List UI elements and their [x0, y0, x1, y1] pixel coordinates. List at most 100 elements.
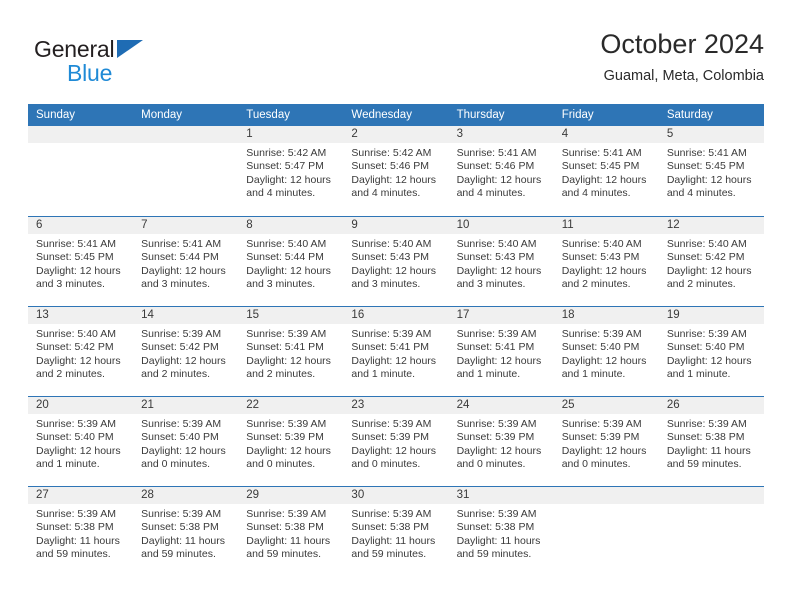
sunrise-text: Sunrise: 5:41 AM [141, 238, 222, 250]
daylight-text-line2: and 0 minutes. [456, 457, 526, 470]
daylight-text-line1: Daylight: 12 hours [456, 354, 542, 367]
calendar-day-cell[interactable]: 28 Sunrise: 5:39 AM Sunset: 5:38 PM Dayligh… [133, 487, 239, 577]
calendar-day-cell[interactable]: 21 Sunrise: 5:39 AM Sunset: 5:40 PM Dayligh… [133, 397, 239, 487]
day-number: 29 [238, 487, 344, 504]
day-details: Sunrise: 5:40 AM Sunset: 5:44 PM Daylight:… [238, 234, 343, 291]
daylight-text-line1: Daylight: 12 hours [561, 173, 647, 186]
calendar-day-cell[interactable]: 19 Sunrise: 5:39 AM Sunset: 5:40 PM Dayligh… [658, 307, 764, 397]
day-number: 11 [553, 217, 659, 234]
calendar-day-cell[interactable]: 12 Sunrise: 5:40 AM Sunset: 5:42 PM Dayligh… [658, 217, 764, 307]
brand-logo[interactable]: General Blue [34, 36, 214, 92]
sunrise-text: Sunrise: 5:39 AM [246, 508, 327, 520]
daylight-text-line1: Daylight: 12 hours [561, 354, 647, 367]
calendar-day-cell[interactable]: 10 Sunrise: 5:40 AM Sunset: 5:43 PM Dayligh… [448, 217, 554, 307]
day-number: 15 [238, 307, 344, 324]
calendar-day-cell[interactable]: 6 Sunrise: 5:41 AM Sunset: 5:45 PM Daylight… [28, 217, 134, 307]
daylight-text-line2: and 3 minutes. [36, 277, 105, 290]
daylight-text-line1: Daylight: 12 hours [351, 173, 437, 186]
calendar-day-cell[interactable]: 27 Sunrise: 5:39 AM Sunset: 5:38 PM Dayligh… [28, 487, 134, 577]
calendar-week-row: 13 Sunrise: 5:40 AM Sunset: 5:42 PM Dayligh… [28, 306, 764, 396]
calendar-day-cell[interactable]: 16 Sunrise: 5:39 AM Sunset: 5:41 PM Dayligh… [343, 307, 449, 397]
calendar-day-cell[interactable]: 2 Sunrise: 5:42 AM Sunset: 5:46 PM Daylight… [343, 126, 449, 216]
daylight-text-line2: and 2 minutes. [246, 367, 316, 380]
day-number: 8 [238, 217, 344, 234]
sunrise-text: Sunrise: 5:39 AM [351, 328, 432, 340]
day-details: Sunrise: 5:39 AM Sunset: 5:41 PM Daylight:… [449, 324, 554, 381]
day-number: 1 [238, 126, 344, 143]
sunset-text: Sunset: 5:45 PM [666, 160, 745, 173]
calendar-day-cell[interactable]: 14 Sunrise: 5:39 AM Sunset: 5:42 PM Dayligh… [133, 307, 239, 397]
sunrise-text: Sunrise: 5:39 AM [141, 508, 222, 520]
day-details: Sunrise: 5:39 AM Sunset: 5:41 PM Daylight:… [343, 324, 448, 381]
sunset-text: Sunset: 5:40 PM [141, 431, 219, 444]
calendar-day-cell[interactable]: 1 Sunrise: 5:42 AM Sunset: 5:47 PM Daylight… [238, 126, 344, 216]
calendar-day-cell[interactable]: 29 Sunrise: 5:39 AM Sunset: 5:38 PM Dayligh… [238, 487, 344, 577]
calendar-day-cell[interactable]: 23 Sunrise: 5:39 AM Sunset: 5:39 PM Dayligh… [343, 397, 449, 487]
sunrise-text: Sunrise: 5:39 AM [36, 418, 116, 430]
calendar-day-cell[interactable]: 30 Sunrise: 5:39 AM Sunset: 5:38 PM Dayligh… [343, 487, 449, 577]
calendar-day-cell[interactable]: 24 Sunrise: 5:39 AM Sunset: 5:39 PM Dayligh… [448, 397, 554, 487]
brand-name-general: General [34, 36, 214, 62]
daylight-text-line1: Daylight: 12 hours [246, 354, 331, 367]
calendar-day-cell[interactable]: 7 Sunrise: 5:41 AM Sunset: 5:44 PM Daylight… [133, 217, 239, 307]
calendar-day-cell[interactable]: 8 Sunrise: 5:40 AM Sunset: 5:44 PM Daylight… [238, 217, 344, 307]
day-number: 19 [658, 307, 764, 324]
calendar-day-cell[interactable]: 25 Sunrise: 5:39 AM Sunset: 5:39 PM Dayligh… [553, 397, 659, 487]
weekday-header-saturday: Saturday [666, 109, 713, 121]
day-details: Sunrise: 5:39 AM Sunset: 5:40 PM Daylight:… [28, 414, 133, 471]
calendar-day-cell[interactable]: 22 Sunrise: 5:39 AM Sunset: 5:39 PM Dayligh… [238, 397, 344, 487]
sunrise-text: Sunrise: 5:39 AM [456, 328, 537, 340]
sunset-text: Sunset: 5:38 PM [141, 521, 219, 534]
sunset-text: Sunset: 5:38 PM [666, 431, 745, 444]
day-number: 13 [28, 307, 134, 324]
calendar-day-cell[interactable]: 20 Sunrise: 5:39 AM Sunset: 5:40 PM Dayligh… [28, 397, 134, 487]
daylight-text-line1: Daylight: 11 hours [666, 444, 751, 457]
sunrise-text: Sunrise: 5:39 AM [36, 508, 116, 520]
calendar-day-cell[interactable]: 17 Sunrise: 5:39 AM Sunset: 5:41 PM Dayligh… [448, 307, 554, 397]
day-number: 21 [133, 397, 239, 414]
daylight-text-line1: Daylight: 12 hours [36, 444, 121, 457]
sunrise-text: Sunrise: 5:39 AM [456, 508, 537, 520]
day-details: Sunrise: 5:39 AM Sunset: 5:38 PM Daylight:… [133, 504, 238, 561]
sunrise-text: Sunrise: 5:42 AM [351, 147, 432, 159]
day-number [553, 487, 659, 504]
day-details: Sunrise: 5:41 AM Sunset: 5:46 PM Daylight:… [449, 143, 554, 200]
sunrise-text: Sunrise: 5:41 AM [36, 238, 116, 250]
calendar-day-cell[interactable]: 18 Sunrise: 5:39 AM Sunset: 5:40 PM Dayligh… [553, 307, 659, 397]
day-details: Sunrise: 5:40 AM Sunset: 5:43 PM Daylight:… [554, 234, 659, 291]
sunset-text: Sunset: 5:41 PM [246, 341, 324, 354]
calendar-day-cell[interactable]: 15 Sunrise: 5:39 AM Sunset: 5:41 PM Dayligh… [238, 307, 344, 397]
sunrise-text: Sunrise: 5:41 AM [456, 147, 537, 159]
weekday-header-wednesday: Wednesday [351, 109, 412, 121]
sunrise-text: Sunrise: 5:40 AM [666, 238, 747, 250]
calendar-day-cell-empty [553, 487, 659, 577]
calendar-day-cell[interactable]: 3 Sunrise: 5:41 AM Sunset: 5:46 PM Daylight… [448, 126, 554, 216]
brand-text-general: General [34, 36, 115, 62]
daylight-text-line2: and 59 minutes. [246, 547, 321, 560]
daylight-text-line2: and 3 minutes. [141, 277, 211, 290]
daylight-text-line1: Daylight: 12 hours [666, 264, 752, 277]
day-details: Sunrise: 5:39 AM Sunset: 5:39 PM Daylight:… [449, 414, 554, 471]
brand-text-blue: Blue [67, 60, 113, 86]
calendar-day-cell[interactable]: 4 Sunrise: 5:41 AM Sunset: 5:45 PM Daylight… [553, 126, 659, 216]
day-number: 24 [448, 397, 554, 414]
sunset-text: Sunset: 5:42 PM [666, 251, 745, 264]
day-details: Sunrise: 5:39 AM Sunset: 5:39 PM Daylight:… [238, 414, 343, 471]
sunrise-text: Sunrise: 5:40 AM [351, 238, 432, 250]
calendar-day-cell[interactable]: 13 Sunrise: 5:40 AM Sunset: 5:42 PM Dayligh… [28, 307, 134, 397]
day-number: 3 [448, 126, 554, 143]
daylight-text-line2: and 3 minutes. [246, 277, 316, 290]
daylight-text-line2: and 3 minutes. [456, 277, 526, 290]
daylight-text-line2: and 2 minutes. [561, 277, 631, 290]
calendar-day-cell[interactable]: 5 Sunrise: 5:41 AM Sunset: 5:45 PM Daylight… [658, 126, 764, 216]
sunrise-text: Sunrise: 5:41 AM [561, 147, 642, 159]
sunset-text: Sunset: 5:43 PM [561, 251, 640, 264]
sunset-text: Sunset: 5:41 PM [456, 341, 535, 354]
calendar-day-cell[interactable]: 31 Sunrise: 5:39 AM Sunset: 5:38 PM Dayligh… [448, 487, 554, 577]
day-number [133, 126, 239, 143]
calendar-day-cell[interactable]: 11 Sunrise: 5:40 AM Sunset: 5:43 PM Dayligh… [553, 217, 659, 307]
day-details: Sunrise: 5:39 AM Sunset: 5:41 PM Daylight:… [238, 324, 343, 381]
calendar-day-cell[interactable]: 26 Sunrise: 5:39 AM Sunset: 5:38 PM Dayligh… [658, 397, 764, 487]
calendar-day-cell[interactable]: 9 Sunrise: 5:40 AM Sunset: 5:43 PM Daylight… [343, 217, 449, 307]
day-number [28, 126, 134, 143]
